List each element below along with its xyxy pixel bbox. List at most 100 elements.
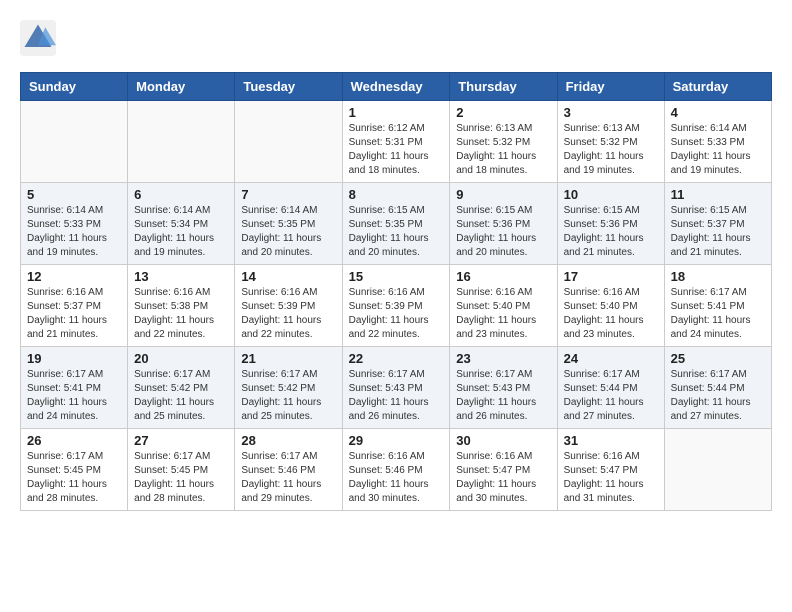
calendar-table: SundayMondayTuesdayWednesdayThursdayFrid… [20, 72, 772, 511]
calendar-cell: 18 Sunrise: 6:17 AM Sunset: 5:41 PM Dayli… [664, 265, 771, 347]
calendar-cell: 29 Sunrise: 6:16 AM Sunset: 5:46 PM Dayli… [342, 429, 450, 511]
day-number: 24 [564, 351, 658, 366]
day-info: Sunrise: 6:13 AM Sunset: 5:32 PM Dayligh… [564, 122, 658, 178]
day-info: Sunrise: 6:17 AM Sunset: 5:43 PM Dayligh… [349, 368, 444, 424]
day-number: 12 [27, 269, 121, 284]
day-info: Sunrise: 6:15 AM Sunset: 5:36 PM Dayligh… [456, 204, 550, 260]
day-info: Sunrise: 6:16 AM Sunset: 5:40 PM Dayligh… [564, 286, 658, 342]
calendar-cell: 13 Sunrise: 6:16 AM Sunset: 5:38 PM Dayli… [128, 265, 235, 347]
logo [20, 20, 60, 56]
day-number: 20 [134, 351, 228, 366]
calendar-cell: 2 Sunrise: 6:13 AM Sunset: 5:32 PM Daylig… [450, 101, 557, 183]
calendar-cell: 23Sunrise: 6:17 AM Sunset: 5:43 PM Dayli… [450, 347, 557, 429]
day-number: 22 [349, 351, 444, 366]
day-number: 19 [27, 351, 121, 366]
day-info: Sunrise: 6:14 AM Sunset: 5:33 PM Dayligh… [671, 122, 765, 178]
calendar-week-2: 5 Sunrise: 6:14 AM Sunset: 5:33 PM Daylig… [21, 183, 772, 265]
day-info: Sunrise: 6:13 AM Sunset: 5:32 PM Dayligh… [456, 122, 550, 178]
calendar-body: 1 Sunrise: 6:12 AM Sunset: 5:31 PM Daylig… [21, 101, 772, 511]
day-info: Sunrise: 6:16 AM Sunset: 5:38 PM Dayligh… [134, 286, 228, 342]
day-info: Sunrise: 6:15 AM Sunset: 5:37 PM Dayligh… [671, 204, 765, 260]
day-info: Sunrise: 6:15 AM Sunset: 5:35 PM Dayligh… [349, 204, 444, 260]
day-number: 4 [671, 105, 765, 120]
calendar-header: SundayMondayTuesdayWednesdayThursdayFrid… [21, 73, 772, 101]
weekday-header-saturday: Saturday [664, 73, 771, 101]
day-number: 3 [564, 105, 658, 120]
day-info: Sunrise: 6:16 AM Sunset: 5:37 PM Dayligh… [27, 286, 121, 342]
day-number: 17 [564, 269, 658, 284]
day-number: 8 [349, 187, 444, 202]
day-number: 28 [241, 433, 335, 448]
weekday-header-monday: Monday [128, 73, 235, 101]
calendar-cell [235, 101, 342, 183]
day-number: 2 [456, 105, 550, 120]
calendar-cell: 8 Sunrise: 6:15 AM Sunset: 5:35 PM Daylig… [342, 183, 450, 265]
calendar-cell: 15 Sunrise: 6:16 AM Sunset: 5:39 PM Dayli… [342, 265, 450, 347]
day-number: 21 [241, 351, 335, 366]
calendar-cell: 25Sunrise: 6:17 AM Sunset: 5:44 PM Dayli… [664, 347, 771, 429]
day-number: 10 [564, 187, 658, 202]
calendar-cell: 4 Sunrise: 6:14 AM Sunset: 5:33 PM Daylig… [664, 101, 771, 183]
day-number: 31 [564, 433, 658, 448]
day-number: 6 [134, 187, 228, 202]
calendar-cell: 22 Sunrise: 6:17 AM Sunset: 5:43 PM Dayli… [342, 347, 450, 429]
day-info: Sunrise: 6:14 AM Sunset: 5:34 PM Dayligh… [134, 204, 228, 260]
calendar-cell: 12 Sunrise: 6:16 AM Sunset: 5:37 PM Dayli… [21, 265, 128, 347]
calendar-cell [664, 429, 771, 511]
calendar-week-5: 26 Sunrise: 6:17 AM Sunset: 5:45 PM Dayli… [21, 429, 772, 511]
calendar-cell: 1 Sunrise: 6:12 AM Sunset: 5:31 PM Daylig… [342, 101, 450, 183]
day-number: 30 [456, 433, 550, 448]
day-number: 5 [27, 187, 121, 202]
calendar-cell: 3 Sunrise: 6:13 AM Sunset: 5:32 PM Daylig… [557, 101, 664, 183]
calendar-cell: 30Sunrise: 6:16 AM Sunset: 5:47 PM Dayli… [450, 429, 557, 511]
day-info: Sunrise: 6:17 AM Sunset: 5:46 PM Dayligh… [241, 450, 335, 506]
day-number: 18 [671, 269, 765, 284]
day-info: Sunrise: 6:17 AM Sunset: 5:42 PM Dayligh… [134, 368, 228, 424]
weekday-header-friday: Friday [557, 73, 664, 101]
day-info: Sunrise: 6:14 AM Sunset: 5:33 PM Dayligh… [27, 204, 121, 260]
calendar-cell: 28 Sunrise: 6:17 AM Sunset: 5:46 PM Dayli… [235, 429, 342, 511]
day-info: Sunrise: 6:16 AM Sunset: 5:46 PM Dayligh… [349, 450, 444, 506]
calendar-cell: 11 Sunrise: 6:15 AM Sunset: 5:37 PM Dayli… [664, 183, 771, 265]
calendar-cell [21, 101, 128, 183]
calendar-cell: 9 Sunrise: 6:15 AM Sunset: 5:36 PM Daylig… [450, 183, 557, 265]
day-number: 15 [349, 269, 444, 284]
day-number: 29 [349, 433, 444, 448]
calendar-cell: 17 Sunrise: 6:16 AM Sunset: 5:40 PM Dayli… [557, 265, 664, 347]
day-number: 25 [671, 351, 765, 366]
day-number: 26 [27, 433, 121, 448]
page-header [20, 20, 772, 56]
weekday-header-tuesday: Tuesday [235, 73, 342, 101]
calendar-week-4: 19 Sunrise: 6:17 AM Sunset: 5:41 PM Dayli… [21, 347, 772, 429]
day-number: 27 [134, 433, 228, 448]
calendar-cell: 19 Sunrise: 6:17 AM Sunset: 5:41 PM Dayli… [21, 347, 128, 429]
calendar-cell: 27 Sunrise: 6:17 AM Sunset: 5:45 PM Dayli… [128, 429, 235, 511]
logo-icon [20, 20, 56, 56]
calendar-cell [128, 101, 235, 183]
day-info: Sunrise: 6:15 AM Sunset: 5:36 PM Dayligh… [564, 204, 658, 260]
day-info: Sunrise: 6:17 AM Sunset: 5:45 PM Dayligh… [134, 450, 228, 506]
day-info: Sunrise: 6:17 AM Sunset: 5:45 PM Dayligh… [27, 450, 121, 506]
day-info: Sunrise: 6:17 AM Sunset: 5:41 PM Dayligh… [671, 286, 765, 342]
day-number: 13 [134, 269, 228, 284]
day-info: Sunrise: 6:16 AM Sunset: 5:47 PM Dayligh… [564, 450, 658, 506]
day-number: 11 [671, 187, 765, 202]
day-info: Sunrise: 6:17 AM Sunset: 5:44 PM Dayligh… [564, 368, 658, 424]
calendar-cell: 5 Sunrise: 6:14 AM Sunset: 5:33 PM Daylig… [21, 183, 128, 265]
day-number: 16 [456, 269, 550, 284]
calendar-cell: 16Sunrise: 6:16 AM Sunset: 5:40 PM Dayli… [450, 265, 557, 347]
day-number: 9 [456, 187, 550, 202]
day-info: Sunrise: 6:16 AM Sunset: 5:39 PM Dayligh… [241, 286, 335, 342]
day-info: Sunrise: 6:12 AM Sunset: 5:31 PM Dayligh… [349, 122, 444, 178]
day-info: Sunrise: 6:17 AM Sunset: 5:41 PM Dayligh… [27, 368, 121, 424]
calendar-cell: 20 Sunrise: 6:17 AM Sunset: 5:42 PM Dayli… [128, 347, 235, 429]
calendar-cell: 31 Sunrise: 6:16 AM Sunset: 5:47 PM Dayli… [557, 429, 664, 511]
calendar-cell: 24 Sunrise: 6:17 AM Sunset: 5:44 PM Dayli… [557, 347, 664, 429]
day-info: Sunrise: 6:16 AM Sunset: 5:39 PM Dayligh… [349, 286, 444, 342]
day-number: 23 [456, 351, 550, 366]
day-number: 1 [349, 105, 444, 120]
calendar-week-1: 1 Sunrise: 6:12 AM Sunset: 5:31 PM Daylig… [21, 101, 772, 183]
calendar-cell: 10 Sunrise: 6:15 AM Sunset: 5:36 PM Dayli… [557, 183, 664, 265]
day-info: Sunrise: 6:17 AM Sunset: 5:42 PM Dayligh… [241, 368, 335, 424]
weekday-header-thursday: Thursday [450, 73, 557, 101]
